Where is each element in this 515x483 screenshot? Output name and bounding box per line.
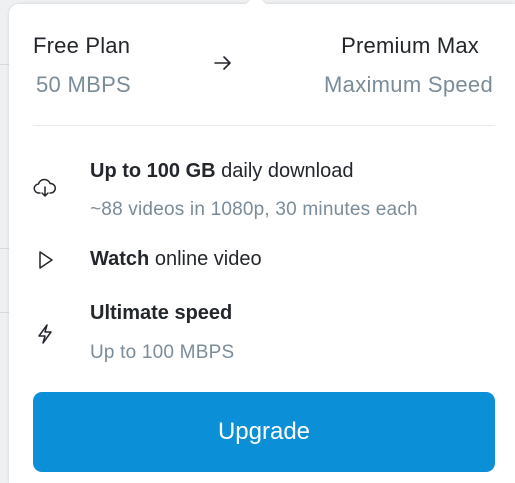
cloud-download-icon [33, 178, 57, 197]
feature-title: Up to 100 GB daily download [90, 160, 354, 182]
plan-comparison: Free Plan 50 MBPS Premium Max Maximum Sp… [9, 4, 515, 126]
arrow-right-icon [214, 56, 231, 70]
play-icon [39, 251, 53, 269]
current-plan-speed: 50 MBPS [36, 72, 132, 97]
target-plan-name: Premium Max [341, 33, 479, 58]
lightning-icon [38, 324, 52, 344]
feature-title: Watch online video [90, 248, 262, 270]
current-plan-name: Free Plan [33, 33, 131, 58]
feature-daily-download: Up to 100 GB daily download ~88 videos i… [9, 154, 515, 224]
feature-ultimate-speed: Ultimate speed Up to 100 MBPS [9, 300, 515, 370]
target-plan-speed: Maximum Speed [324, 72, 493, 97]
feature-title: Ultimate speed [90, 302, 233, 324]
upgrade-button[interactable]: Upgrade [33, 392, 495, 472]
feature-watch-video: Watch online video [9, 244, 515, 276]
feature-subtitle: ~88 videos in 1080p, 30 minutes each [90, 199, 418, 220]
upgrade-plan-popover: Free Plan 50 MBPS Premium Max Maximum Sp… [9, 0, 515, 483]
feature-subtitle: Up to 100 MBPS [90, 342, 235, 363]
section-divider [33, 125, 495, 126]
